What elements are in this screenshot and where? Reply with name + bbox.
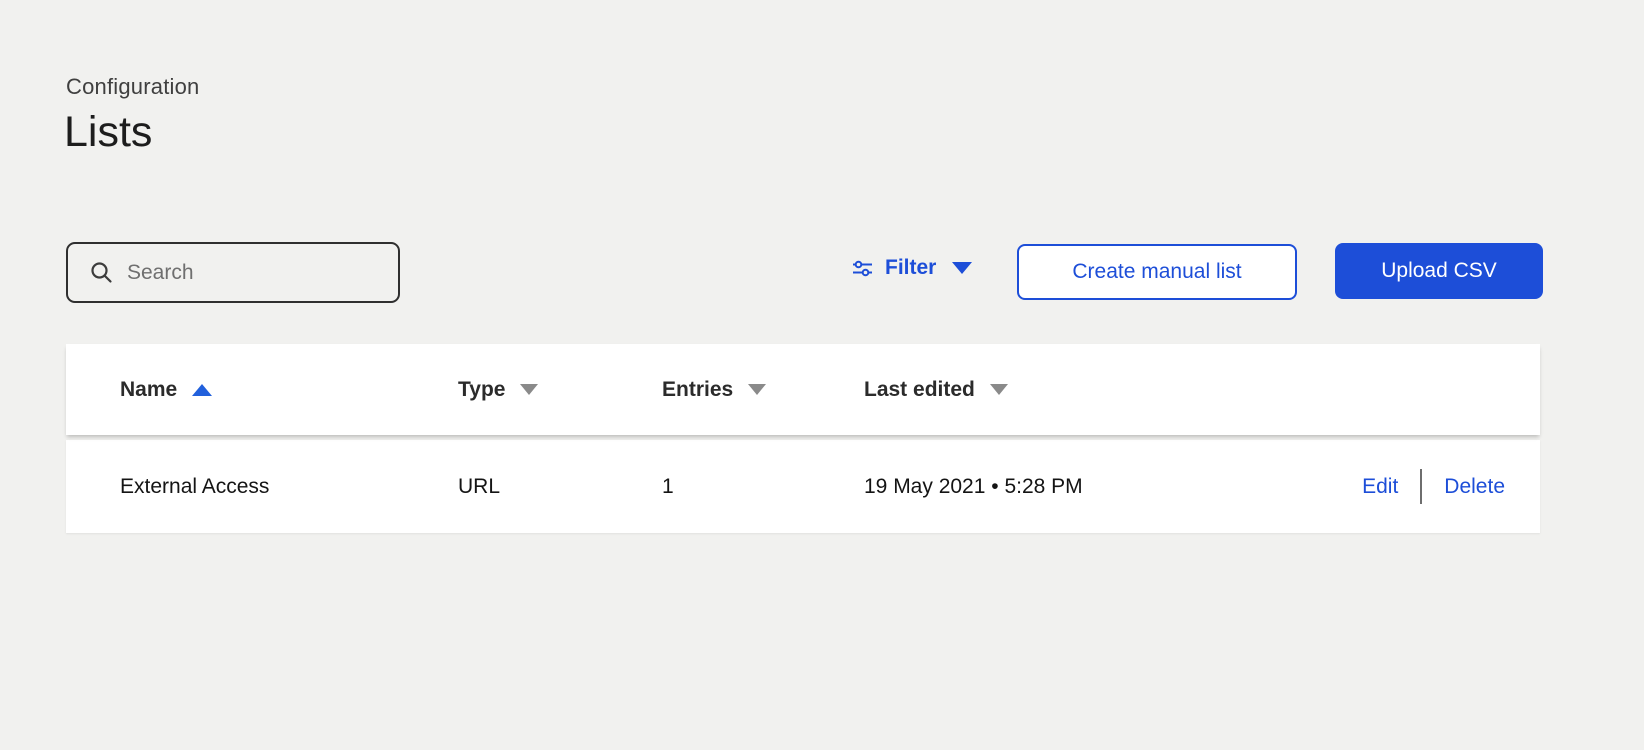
- search-box[interactable]: [66, 242, 400, 303]
- sort-ascending-icon: [192, 384, 212, 396]
- cell-type: URL: [458, 475, 662, 499]
- column-label: Name: [120, 378, 177, 402]
- filter-button[interactable]: Filter: [851, 249, 972, 287]
- page-title: Lists: [64, 108, 152, 157]
- table-row: External Access URL 1 19 May 2021 • 5:28…: [66, 440, 1540, 533]
- sort-caret-icon: [748, 384, 766, 395]
- column-label: Entries: [662, 378, 733, 402]
- lists-page: Configuration Lists Filter Create manual…: [0, 0, 1644, 750]
- column-header-name[interactable]: Name: [66, 378, 458, 402]
- sort-caret-icon: [990, 384, 1008, 395]
- breadcrumb: Configuration: [66, 74, 199, 100]
- filter-sliders-icon: [851, 257, 874, 280]
- delete-link[interactable]: Delete: [1444, 475, 1505, 499]
- row-actions: Edit Delete: [1174, 469, 1540, 504]
- create-manual-list-button[interactable]: Create manual list: [1017, 244, 1297, 300]
- upload-csv-button[interactable]: Upload CSV: [1335, 243, 1543, 299]
- search-input[interactable]: [127, 261, 398, 285]
- cell-entries: 1: [662, 475, 864, 499]
- cell-last-edited: 19 May 2021 • 5:28 PM: [864, 475, 1174, 499]
- column-header-entries[interactable]: Entries: [662, 378, 864, 402]
- search-icon: [90, 261, 113, 284]
- chevron-down-icon: [952, 262, 972, 274]
- edit-link[interactable]: Edit: [1362, 475, 1398, 499]
- table-header: Name Type Entries Last edited: [66, 344, 1540, 435]
- cell-name: External Access: [66, 475, 458, 499]
- action-divider: [1420, 469, 1422, 504]
- filter-label: Filter: [885, 256, 936, 280]
- sort-caret-icon: [520, 384, 538, 395]
- column-label: Last edited: [864, 378, 975, 402]
- column-label: Type: [458, 378, 505, 402]
- column-header-type[interactable]: Type: [458, 378, 662, 402]
- column-header-last-edited[interactable]: Last edited: [864, 378, 1174, 402]
